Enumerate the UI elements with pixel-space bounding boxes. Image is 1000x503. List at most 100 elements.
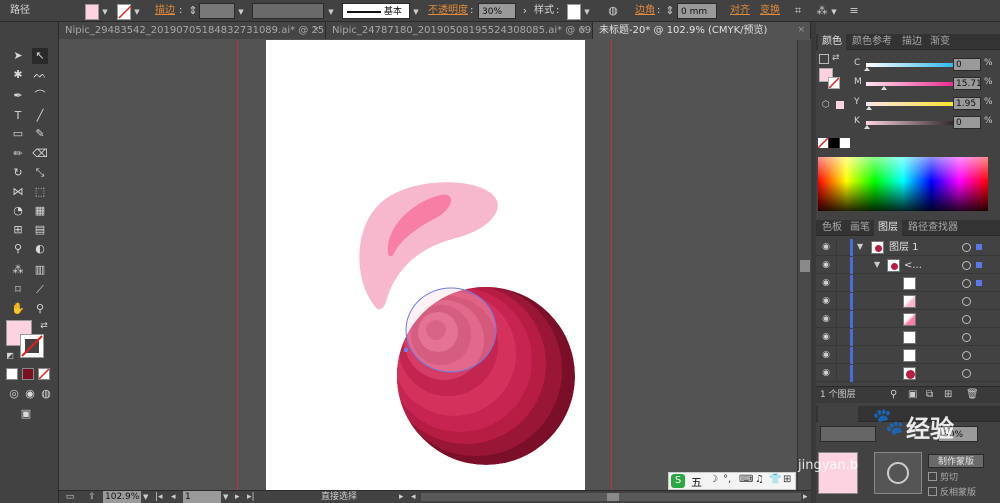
- scale-tool-icon[interactable]: ⤡: [32, 165, 48, 181]
- layer-row-item[interactable]: ◉: [816, 329, 1000, 346]
- lock-column[interactable]: [836, 329, 837, 346]
- mask-thumbnail[interactable]: [874, 452, 922, 494]
- yellow-field[interactable]: 1.95: [953, 97, 981, 110]
- target-icon[interactable]: [962, 261, 971, 270]
- transform-link[interactable]: 变换: [760, 3, 780, 19]
- target-icon[interactable]: [962, 297, 971, 306]
- width-tool-icon[interactable]: ⋈: [10, 184, 26, 200]
- line-tool-icon[interactable]: ╱: [32, 108, 48, 124]
- prev-artboard-icon[interactable]: ◂: [171, 491, 179, 503]
- target-icon[interactable]: [962, 279, 971, 288]
- expand-triangle-icon[interactable]: ▼: [857, 242, 863, 251]
- tab-color[interactable]: 颜色: [818, 34, 846, 50]
- pencil-tool-icon[interactable]: ✏: [10, 146, 26, 162]
- layer-row-item[interactable]: ◉: [816, 365, 1000, 382]
- draw-behind-icon[interactable]: ◉: [22, 386, 38, 402]
- lock-column[interactable]: [836, 293, 837, 310]
- tab-nipic-24787180[interactable]: Nipic_24787180_20190508195524308085.ai* …: [326, 22, 593, 39]
- layer-name[interactable]: 图层 1: [889, 239, 919, 256]
- magenta-field[interactable]: 15.71: [953, 77, 982, 90]
- stroke-weight-dropdown-icon[interactable]: ▼: [237, 4, 245, 20]
- rectangle-tool-icon[interactable]: ▭: [10, 126, 26, 142]
- graphic-style-swatch[interactable]: [567, 4, 581, 20]
- status-arrow-icon[interactable]: ▸: [399, 491, 407, 503]
- pen-tool-icon[interactable]: ✒: [10, 88, 26, 104]
- clip-checkbox[interactable]: [928, 472, 937, 481]
- brush-dropdown-icon[interactable]: ▼: [412, 4, 420, 20]
- tab-brushes[interactable]: 画笔: [846, 220, 874, 236]
- eye-icon[interactable]: ◉: [820, 296, 832, 306]
- rotate-tool-icon[interactable]: ↻: [10, 165, 26, 181]
- mini-fill-icon[interactable]: [819, 54, 829, 64]
- zoom-dropdown-icon[interactable]: ▼: [143, 491, 151, 503]
- arrange-icon[interactable]: ⁂: [814, 3, 830, 19]
- target-icon[interactable]: [962, 333, 971, 342]
- panel-menu-icon[interactable]: ≡: [846, 3, 862, 19]
- draw-normal-icon[interactable]: ◎: [6, 386, 22, 402]
- brush-style-field[interactable]: 基本: [342, 3, 410, 19]
- isolate-icon[interactable]: ⌗: [790, 3, 806, 19]
- tab-untitled-20[interactable]: 未标题-20* @ 102.9% (CMYK/预览) ×: [593, 22, 811, 39]
- variable-width-dropdown-icon[interactable]: ▼: [327, 4, 335, 20]
- first-artboard-icon[interactable]: |◂: [155, 491, 165, 503]
- shirt-icon[interactable]: 👕: [769, 474, 781, 485]
- lasso-icon[interactable]: ᨓ: [32, 67, 48, 83]
- next-artboard-icon[interactable]: ▸: [235, 491, 243, 503]
- close-icon[interactable]: ×: [312, 22, 320, 39]
- new-sublayer-icon[interactable]: ⧉: [926, 389, 933, 400]
- yellow-slider-thumb[interactable]: [866, 106, 872, 110]
- lock-column[interactable]: [836, 257, 837, 274]
- eye-icon[interactable]: ◉: [820, 332, 832, 342]
- none-mode-icon[interactable]: [38, 368, 50, 380]
- column-graph-icon[interactable]: ▥: [32, 262, 48, 278]
- layer-row-item[interactable]: ◉: [816, 347, 1000, 364]
- gradient-tool-icon[interactable]: ▤: [32, 222, 48, 238]
- gamut-swatch[interactable]: [836, 101, 844, 109]
- layer-row-group[interactable]: ◉ ▼ <...: [816, 257, 1000, 274]
- black-slider-thumb[interactable]: [864, 125, 870, 129]
- shape-builder-icon[interactable]: ◔: [10, 203, 26, 219]
- keyboard-icon[interactable]: ⌨: [739, 474, 753, 485]
- out-of-gamut-icon[interactable]: ⬡: [822, 100, 830, 110]
- delete-layer-icon[interactable]: 🗑: [966, 389, 979, 400]
- stroke-weight-field[interactable]: [199, 3, 235, 19]
- fill-dropdown-icon[interactable]: ▼: [101, 4, 109, 20]
- free-transform-icon[interactable]: ⬚: [32, 184, 48, 200]
- eyedropper-icon[interactable]: ⚲: [10, 241, 26, 257]
- symbol-sprayer-icon[interactable]: ⁂: [10, 262, 26, 278]
- moon-icon[interactable]: ☽: [709, 474, 718, 485]
- lock-column[interactable]: [836, 311, 837, 328]
- align-link[interactable]: 对齐: [730, 3, 750, 19]
- variable-width-field[interactable]: [252, 3, 324, 19]
- stroke-swatch[interactable]: [117, 4, 132, 20]
- expand-triangle-icon[interactable]: ▼: [874, 260, 880, 269]
- selection-indicator[interactable]: [976, 280, 982, 286]
- scroll-right-icon[interactable]: ▸: [803, 491, 809, 503]
- black-field[interactable]: 0: [953, 116, 981, 129]
- target-icon[interactable]: [962, 351, 971, 360]
- locate-object-icon[interactable]: ⚲: [890, 389, 897, 400]
- share-icon[interactable]: ⇪: [85, 491, 99, 503]
- curvature-tool-icon[interactable]: ⌒: [32, 88, 48, 104]
- stroke-color-box[interactable]: [20, 334, 44, 358]
- tab-stroke[interactable]: 描边: [898, 34, 926, 50]
- tab-nipic-29483542[interactable]: Nipic_29483542_20190705184832731089.ai* …: [59, 22, 326, 39]
- screen-mode-icon[interactable]: ▣: [18, 406, 34, 422]
- direct-selection-tool-icon[interactable]: ↖: [32, 48, 48, 64]
- tab-color-guide[interactable]: 颜色参考: [848, 34, 896, 50]
- eye-icon[interactable]: ◉: [820, 278, 832, 288]
- selection-indicator[interactable]: [976, 244, 982, 250]
- color-spectrum[interactable]: [818, 157, 988, 211]
- voice-icon[interactable]: ♫: [755, 474, 764, 485]
- magic-wand-icon[interactable]: ✱: [10, 67, 26, 83]
- slice-tool-icon[interactable]: ⟋: [32, 282, 48, 298]
- eye-icon[interactable]: ◉: [820, 260, 832, 270]
- lock-column[interactable]: [836, 239, 837, 256]
- make-mask-button[interactable]: 制作蒙版: [928, 454, 984, 468]
- last-artboard-icon[interactable]: ▸|: [247, 491, 257, 503]
- group-name[interactable]: <...: [904, 257, 922, 274]
- selection-tool-icon[interactable]: ➤: [10, 48, 26, 64]
- perspective-grid-icon[interactable]: ▦: [32, 203, 48, 219]
- black-swatch[interactable]: [829, 138, 839, 148]
- gradient-mode-icon[interactable]: [22, 368, 34, 380]
